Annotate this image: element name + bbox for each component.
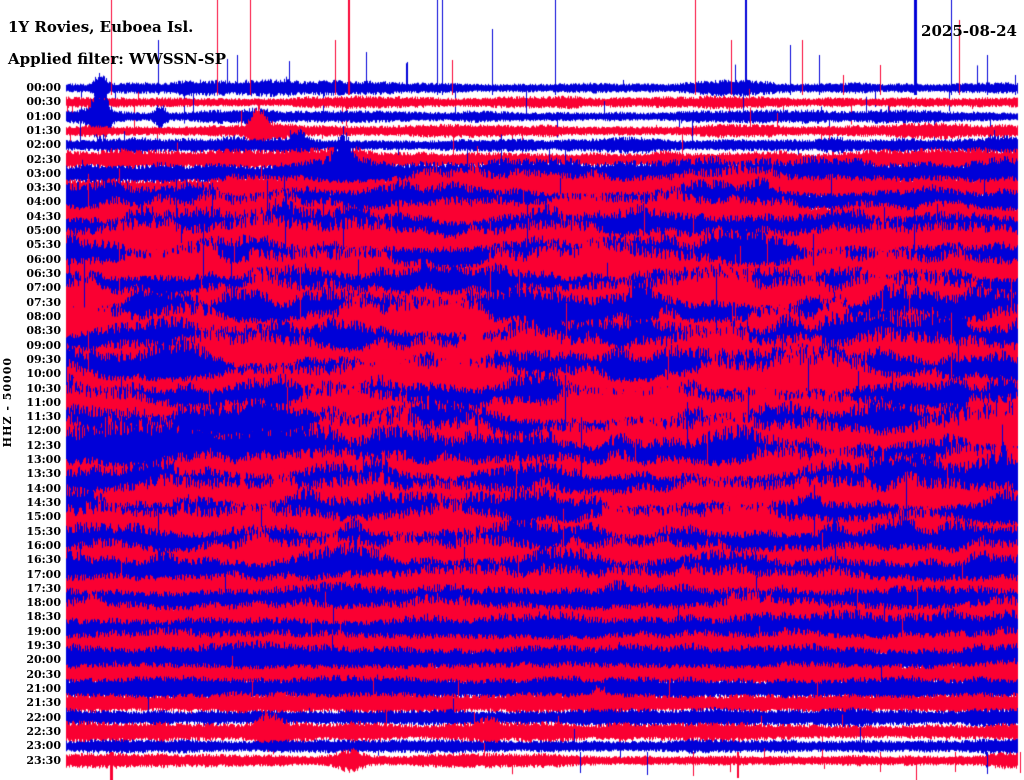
- time-label: 14:00: [1, 483, 61, 495]
- time-label: 09:00: [1, 340, 61, 352]
- time-label: 01:30: [1, 125, 61, 137]
- time-label: 07:00: [1, 282, 61, 294]
- time-label: 07:30: [1, 297, 61, 309]
- time-label: 03:00: [1, 168, 61, 180]
- time-label: 19:00: [1, 626, 61, 638]
- time-label: 08:00: [1, 311, 61, 323]
- time-label: 22:00: [1, 712, 61, 724]
- time-label: 16:30: [1, 554, 61, 566]
- time-label: 06:00: [1, 254, 61, 266]
- time-label: 00:00: [1, 82, 61, 94]
- y-axis-label: HHZ - 50000: [1, 357, 14, 447]
- time-label: 17:00: [1, 569, 61, 581]
- time-label: 23:00: [1, 740, 61, 752]
- time-label: 13:30: [1, 468, 61, 480]
- time-label: 15:30: [1, 526, 61, 538]
- time-label: 22:30: [1, 726, 61, 738]
- seismogram-plot[interactable]: [0, 0, 1024, 780]
- time-label: 06:30: [1, 268, 61, 280]
- time-label: 19:30: [1, 640, 61, 652]
- time-label: 21:30: [1, 697, 61, 709]
- time-label: 20:00: [1, 654, 61, 666]
- helicorder-page: 1Y Rovies, Euboea Isl. Applied filter: W…: [0, 0, 1024, 780]
- time-label: 15:00: [1, 511, 61, 523]
- time-label: 02:30: [1, 154, 61, 166]
- time-label: 23:30: [1, 755, 61, 767]
- date-label: 2025-08-24: [921, 24, 1017, 39]
- time-label: 16:00: [1, 540, 61, 552]
- time-label: 02:00: [1, 139, 61, 151]
- time-label: 04:30: [1, 211, 61, 223]
- time-label: 17:30: [1, 583, 61, 595]
- time-label: 14:30: [1, 497, 61, 509]
- time-label: 13:00: [1, 454, 61, 466]
- applied-filter-label: Applied filter: WWSSN-SP: [8, 52, 226, 67]
- time-label: 00:30: [1, 96, 61, 108]
- time-label: 08:30: [1, 325, 61, 337]
- time-label: 01:00: [1, 111, 61, 123]
- station-title: 1Y Rovies, Euboea Isl.: [8, 20, 193, 35]
- time-label: 03:30: [1, 182, 61, 194]
- time-label: 18:30: [1, 611, 61, 623]
- time-label: 05:00: [1, 225, 61, 237]
- time-label: 04:00: [1, 196, 61, 208]
- time-label: 20:30: [1, 669, 61, 681]
- time-label: 18:00: [1, 597, 61, 609]
- time-label: 05:30: [1, 239, 61, 251]
- time-label: 21:00: [1, 683, 61, 695]
